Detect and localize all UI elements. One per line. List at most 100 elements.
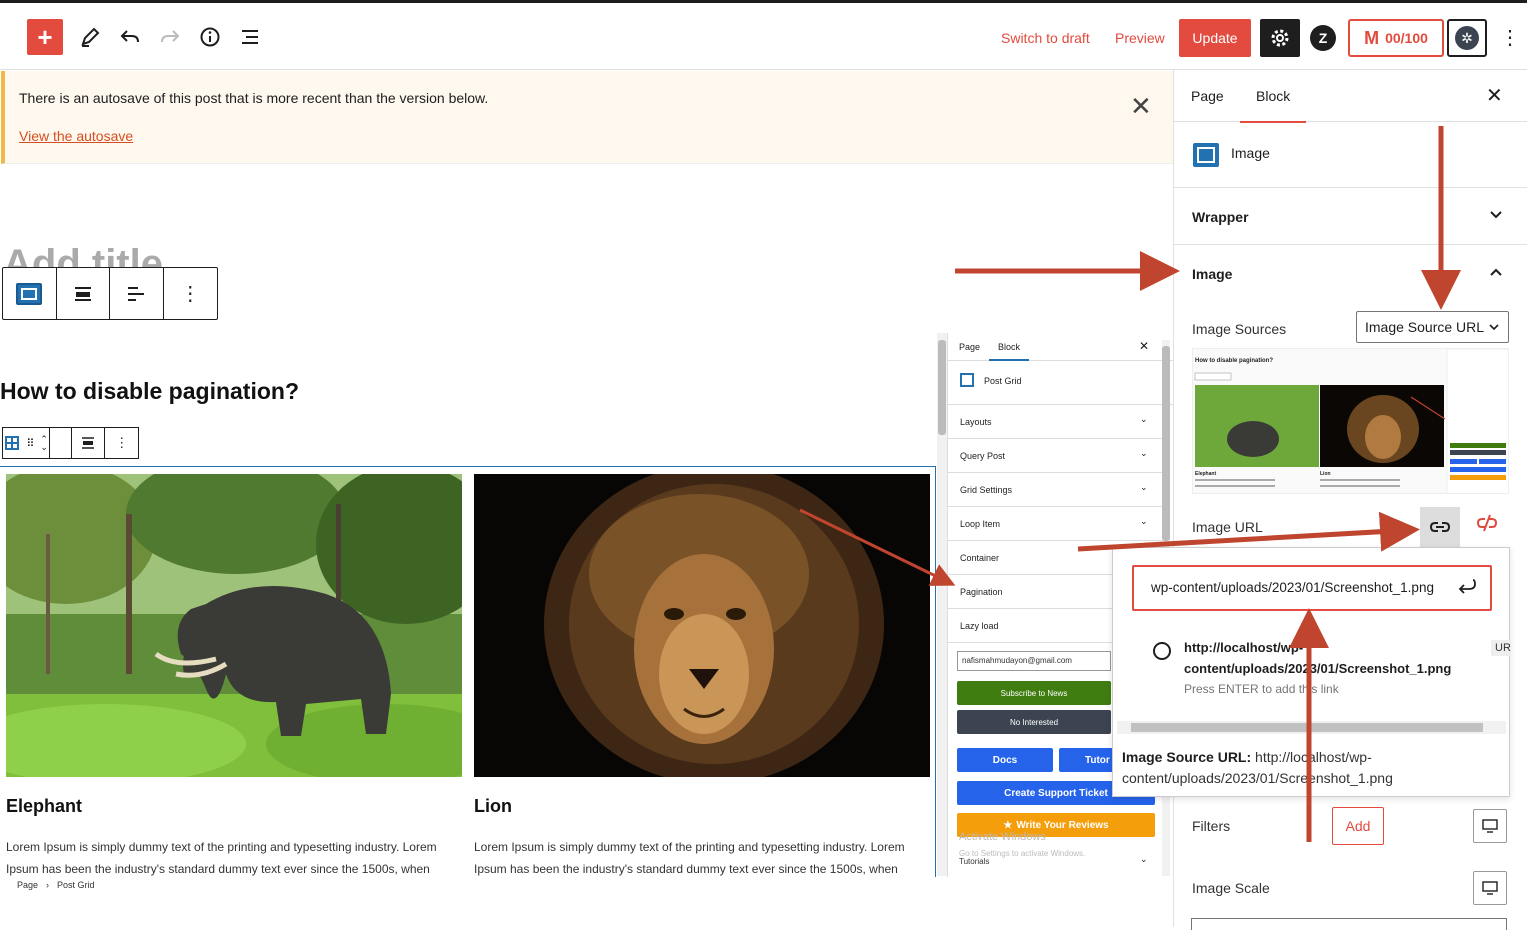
thumb-card-title: Elephant [1195,471,1217,477]
close-icon[interactable]: ✕ [1486,83,1503,108]
align-icon[interactable] [72,428,106,458]
grid-options-icon[interactable]: ⋮ [105,428,138,458]
mini-tabs: Page Block ✕ [948,333,1173,361]
editor-scrollbar-thumb[interactable] [938,340,946,435]
suggestion-type-badge: URL [1491,640,1511,656]
mini-row: Loop Item ⌄ [948,507,1164,541]
mini-row: Query Post ⌄ [948,439,1164,473]
mini-block-card: Post Grid [948,361,1173,405]
image-block-icon [1193,143,1219,167]
plugin-icon: ✲ [1455,26,1479,50]
more-icon[interactable]: ⋮ [1500,25,1520,50]
close-icon: ✕ [1139,339,1150,353]
sidebar-tabs: Page Block ✕ [1174,70,1527,123]
mini-row: Layouts ⌄ [948,405,1164,439]
url-input[interactable]: wp-content/uploads/2023/01/Screenshot_1.… [1132,565,1492,611]
card-title[interactable]: Lion [474,796,512,817]
mini-not-interested-button: No Interested [957,710,1111,734]
filters-add-button[interactable]: Add [1332,807,1384,845]
suggestion-url[interactable]: http://localhost/wp-content/uploads/2023… [1184,637,1494,679]
drag-handle-icon[interactable]: ⠿ [26,437,34,450]
activate-windows-title: Activate Windows [959,831,1046,843]
info-icon[interactable] [194,21,226,53]
pencil-icon[interactable] [74,21,106,53]
chevron-down-icon: ⌄ [1140,482,1148,492]
panel-title: Wrapper [1192,209,1249,225]
link-popover: wp-content/uploads/2023/01/Screenshot_1.… [1112,547,1511,797]
unlink-icon[interactable] [1476,514,1498,537]
tab-block[interactable]: Block [1240,88,1307,123]
chevron-down-icon: ⌄ [1140,414,1148,424]
tab-page[interactable]: Page [1191,88,1224,104]
breadcrumb: Page › Post Grid [17,880,95,890]
image-preview: How to disable pagination? Elephant Lion [1192,348,1509,494]
elephant-image[interactable] [6,474,462,777]
image-url-label: Image URL [1192,519,1263,535]
card-title[interactable]: Elephant [6,796,82,817]
block-name: Image [1231,145,1270,161]
preview-link[interactable]: Preview [1115,30,1165,46]
desktop-icon[interactable] [1473,809,1507,843]
add-block-button[interactable]: + [27,19,63,55]
lion-image[interactable] [474,474,930,777]
view-autosave-link[interactable]: View the autosave [19,128,133,144]
image-sources-select[interactable]: Image Source URL [1356,311,1509,343]
notice-text: There is an autosave of this post that i… [19,90,489,106]
filters-label: Filters [1192,818,1231,834]
text-align-icon[interactable] [110,268,164,319]
mini-block-name: Post Grid [984,376,1022,386]
zap-icon[interactable]: Z [1310,25,1336,51]
switch-to-draft-link[interactable]: Switch to draft [1001,30,1090,46]
post-heading[interactable]: How to disable pagination? [0,378,299,405]
block-card: Image [1174,123,1527,188]
mini-subscribe-button: Subscribe to News [957,681,1111,705]
redo-icon[interactable] [154,21,186,53]
editor-top-toolbar: + Switch to draft Preview Update Z M 00/… [0,0,1527,70]
align-center-icon[interactable] [57,268,110,319]
post-grid-toolbar: ⠿ ⌃ ⌄ ⋮ [2,427,139,459]
seo-score-button[interactable]: M 00/100 [1348,19,1444,57]
plugin-button[interactable]: ✲ [1447,19,1487,57]
image-block-toolbar: ⋮ [2,267,218,320]
chevron-down-icon: ⌄ [1140,448,1148,458]
settings-sidebar: Page Block ✕ Image Wrapper Image Image S… [1173,70,1527,927]
autosave-notice: There is an autosave of this post that i… [1,71,1173,164]
chevron-down-icon [1489,207,1503,223]
block-options-icon[interactable]: ⋮ [164,268,218,319]
list-view-icon[interactable] [234,21,266,53]
globe-icon [1153,642,1171,660]
seo-score-value: 00/100 [1385,30,1428,46]
mini-tab-page: Page [959,342,981,352]
source-label: Image Source URL: [1122,749,1252,765]
update-button[interactable]: Update [1179,19,1251,57]
suggestion-hint: Press ENTER to add this link [1184,682,1339,696]
breadcrumb-item[interactable]: Post Grid [57,880,95,890]
close-icon[interactable]: ✕ [1130,91,1152,122]
gear-icon[interactable] [1260,19,1300,57]
popover-scrollbar[interactable] [1117,721,1506,734]
thumb-card-title: Lion [1320,471,1331,477]
mini-tutorials: Tutorials [959,857,990,866]
card-excerpt: Lorem Ipsum is simply dummy text of the … [6,840,437,876]
post-title-placeholder[interactable]: Add title [3,238,163,268]
image-scale-label: Image Scale [1192,880,1270,896]
submit-return-icon[interactable] [1457,577,1477,600]
desktop-icon[interactable] [1473,871,1507,905]
star-icon: ★ [1003,819,1013,831]
chevron-up-icon [1489,264,1503,280]
post-grid-icon[interactable]: ⠿ ⌃ ⌄ [3,428,51,458]
mini-row: Grid Settings ⌄ [948,473,1164,507]
image-block-icon[interactable] [3,268,57,319]
link-icon[interactable] [1420,507,1460,547]
chevron-down-icon [1488,319,1500,335]
wrapper-panel[interactable]: Wrapper [1174,189,1527,245]
image-panel[interactable]: Image [1174,246,1527,302]
mini-email-field: nafismahmudayon@gmail.com [957,651,1111,671]
select-value: Image Source URL [1365,319,1485,335]
undo-icon[interactable] [114,21,146,53]
image-scale-input[interactable] [1191,918,1507,930]
breadcrumb-item[interactable]: Page [17,880,38,890]
move-arrows-icon[interactable]: ⌃ ⌄ [40,435,48,452]
card-excerpt: Lorem Ipsum is simply dummy text of the … [474,840,905,876]
mini-docs-button: Docs [957,748,1053,772]
